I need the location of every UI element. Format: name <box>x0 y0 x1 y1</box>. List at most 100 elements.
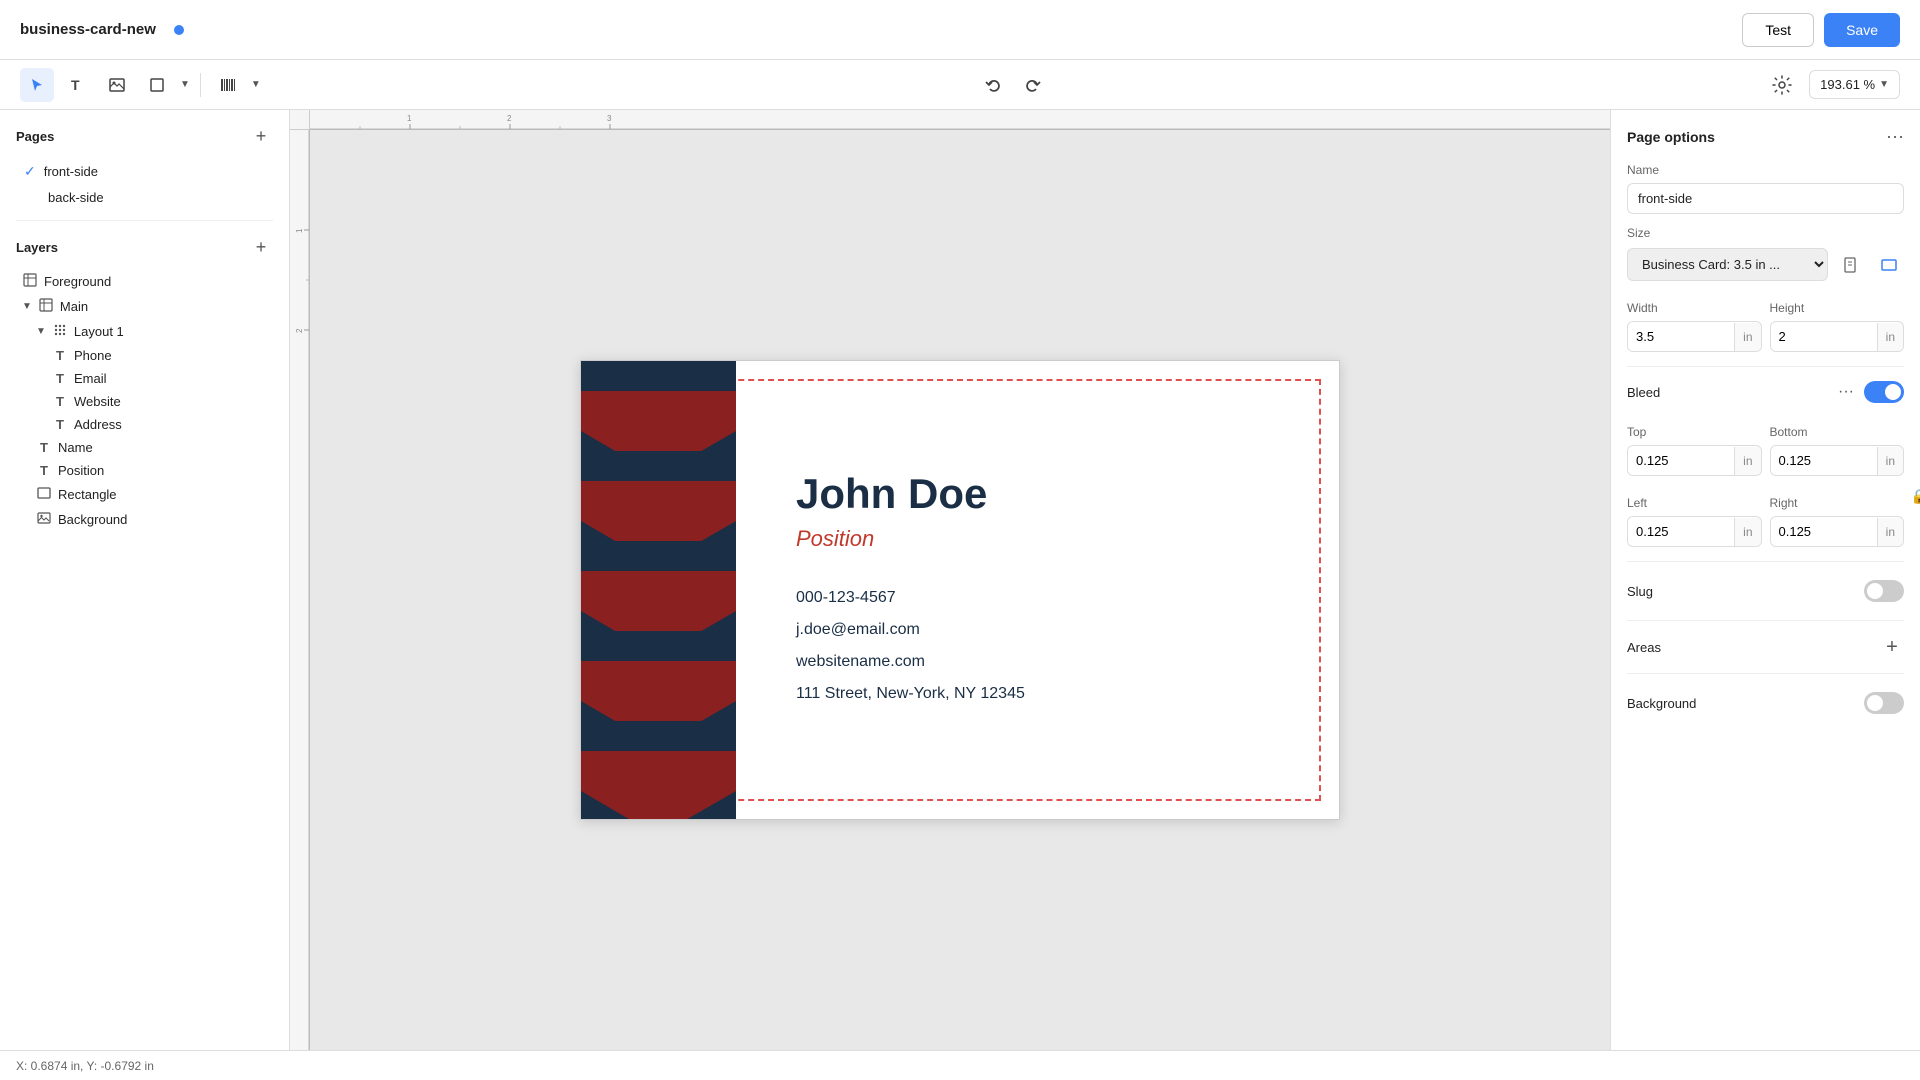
topbar: business-card-new Test Save <box>0 0 1920 60</box>
add-layer-button[interactable]: + <box>249 235 273 259</box>
pages-section: Pages + ✓ front-side back-side <box>0 110 289 220</box>
bleed-toggle[interactable] <box>1864 381 1904 403</box>
document-title: business-card-new <box>20 21 156 38</box>
page-active-check: ✓ <box>24 163 36 180</box>
right-panel-title: Page options <box>1627 129 1715 145</box>
barcode-tool[interactable] <box>211 68 245 102</box>
test-button[interactable]: Test <box>1742 13 1814 47</box>
new-doc-icon-button[interactable] <box>1836 250 1866 280</box>
width-input[interactable] <box>1628 322 1734 351</box>
shape-dropdown-arrow[interactable]: ▼ <box>180 79 190 90</box>
bleed-right-input[interactable] <box>1771 517 1877 546</box>
page-label-front: front-side <box>44 164 98 179</box>
layer-address[interactable]: T Address <box>16 413 273 436</box>
divider-1 <box>1627 366 1904 367</box>
layer-icon-main <box>38 298 54 315</box>
zoom-dropdown-icon: ▼ <box>1879 79 1889 90</box>
card-content: John Doe Position 000-123-4567 j.doe@ema… <box>756 361 1339 819</box>
bleed-bottom-input[interactable] <box>1771 446 1877 475</box>
svg-text:T: T <box>71 77 80 93</box>
layer-arrow-main: ▼ <box>22 301 32 312</box>
slug-toggle[interactable] <box>1864 580 1904 602</box>
layer-label-foreground: Foreground <box>44 274 111 289</box>
size-select[interactable]: Business Card: 3.5 in ... <box>1627 248 1828 281</box>
bleed-right-label: Right <box>1770 496 1905 510</box>
page-item-front[interactable]: ✓ front-side <box>16 158 273 185</box>
select-tool[interactable] <box>20 68 54 102</box>
areas-row: Areas + <box>1627 635 1904 659</box>
layer-icon-phone: T <box>52 348 68 363</box>
layer-foreground[interactable]: Foreground <box>16 269 273 294</box>
redo-button[interactable] <box>1015 68 1049 102</box>
svg-text:1: 1 <box>407 114 412 123</box>
layer-icon-foreground <box>22 273 38 290</box>
bleed-left-unit: in <box>1734 518 1760 546</box>
layers-title: Layers <box>16 240 58 255</box>
size-field-label: Size <box>1627 226 1904 240</box>
slug-row: Slug <box>1627 576 1904 606</box>
card-phone: 000-123-4567 <box>796 582 1299 614</box>
layer-icon-layout1 <box>52 323 68 340</box>
unsaved-indicator <box>174 25 184 35</box>
bleed-top-input[interactable] <box>1628 446 1734 475</box>
name-field-input[interactable] <box>1627 183 1904 214</box>
background-label: Background <box>1627 696 1696 711</box>
image-tool[interactable] <box>100 68 134 102</box>
bleed-more-button[interactable]: ··· <box>1838 383 1854 401</box>
canvas-viewport: John Doe Position 000-123-4567 j.doe@ema… <box>310 130 1610 1050</box>
layer-label-main: Main <box>60 299 88 314</box>
topbar-actions: Test Save <box>1742 13 1900 47</box>
layers-section: Layers + Foreground ▼ Main ▼ <box>0 221 289 1050</box>
statusbar: X: 0.6874 in, Y: -0.6792 in <box>0 1050 1920 1080</box>
right-panel-header: Page options ··· <box>1627 126 1904 147</box>
bleed-top-group: Top in <box>1627 413 1762 476</box>
landscape-icon-button[interactable] <box>1874 250 1904 280</box>
layer-email[interactable]: T Email <box>16 367 273 390</box>
layer-label-address: Address <box>74 417 122 432</box>
layer-icon-rectangle <box>36 486 52 503</box>
undo-button[interactable] <box>977 68 1011 102</box>
bleed-left-label: Left <box>1627 496 1762 510</box>
card-left-decoration <box>581 361 736 819</box>
barcode-dropdown-arrow[interactable]: ▼ <box>251 79 261 90</box>
background-toggle[interactable] <box>1864 692 1904 714</box>
height-input[interactable] <box>1771 322 1877 351</box>
shape-tool[interactable] <box>140 68 174 102</box>
settings-button[interactable] <box>1765 68 1799 102</box>
canvas-area: 1 2 3 1 2 <box>290 110 1610 1050</box>
bleed-left-input[interactable] <box>1628 517 1734 546</box>
page-item-back[interactable]: back-side <box>16 185 273 210</box>
zoom-value: 193.61 % <box>1820 77 1875 92</box>
svg-text:3: 3 <box>607 114 612 123</box>
layer-website[interactable]: T Website <box>16 390 273 413</box>
svg-text:1: 1 <box>295 228 304 233</box>
divider-3 <box>1627 620 1904 621</box>
layer-label-name: Name <box>58 440 93 455</box>
pages-title: Pages <box>16 129 54 144</box>
coords-display: X: 0.6874 in, Y: -0.6792 in <box>16 1059 154 1073</box>
save-button[interactable]: Save <box>1824 13 1900 47</box>
text-tool[interactable]: T <box>60 68 94 102</box>
card-name: John Doe <box>796 470 1299 518</box>
divider-4 <box>1627 673 1904 674</box>
layer-icon-name: T <box>36 440 52 455</box>
bleed-top-label: Top <box>1627 425 1762 439</box>
bleed-left-input-group: in <box>1627 516 1762 547</box>
zoom-control[interactable]: 193.61 % ▼ <box>1809 70 1900 99</box>
add-page-button[interactable]: + <box>249 124 273 148</box>
layer-layout1[interactable]: ▼ Layout 1 <box>16 319 273 344</box>
layer-rectangle[interactable]: Rectangle <box>16 482 273 507</box>
layer-label-position: Position <box>58 463 104 478</box>
page-options-more-button[interactable]: ··· <box>1886 126 1904 147</box>
layer-background[interactable]: Background <box>16 507 273 532</box>
width-group: Width in <box>1627 289 1762 352</box>
layer-name[interactable]: T Name <box>16 436 273 459</box>
layer-icon-background <box>36 511 52 528</box>
slug-label: Slug <box>1627 584 1653 599</box>
layer-position[interactable]: T Position <box>16 459 273 482</box>
add-area-button[interactable]: + <box>1880 635 1904 659</box>
card-contact: 000-123-4567 j.doe@email.com websitename… <box>796 582 1299 710</box>
layer-icon-position: T <box>36 463 52 478</box>
layer-main[interactable]: ▼ Main <box>16 294 273 319</box>
layer-phone[interactable]: T Phone <box>16 344 273 367</box>
